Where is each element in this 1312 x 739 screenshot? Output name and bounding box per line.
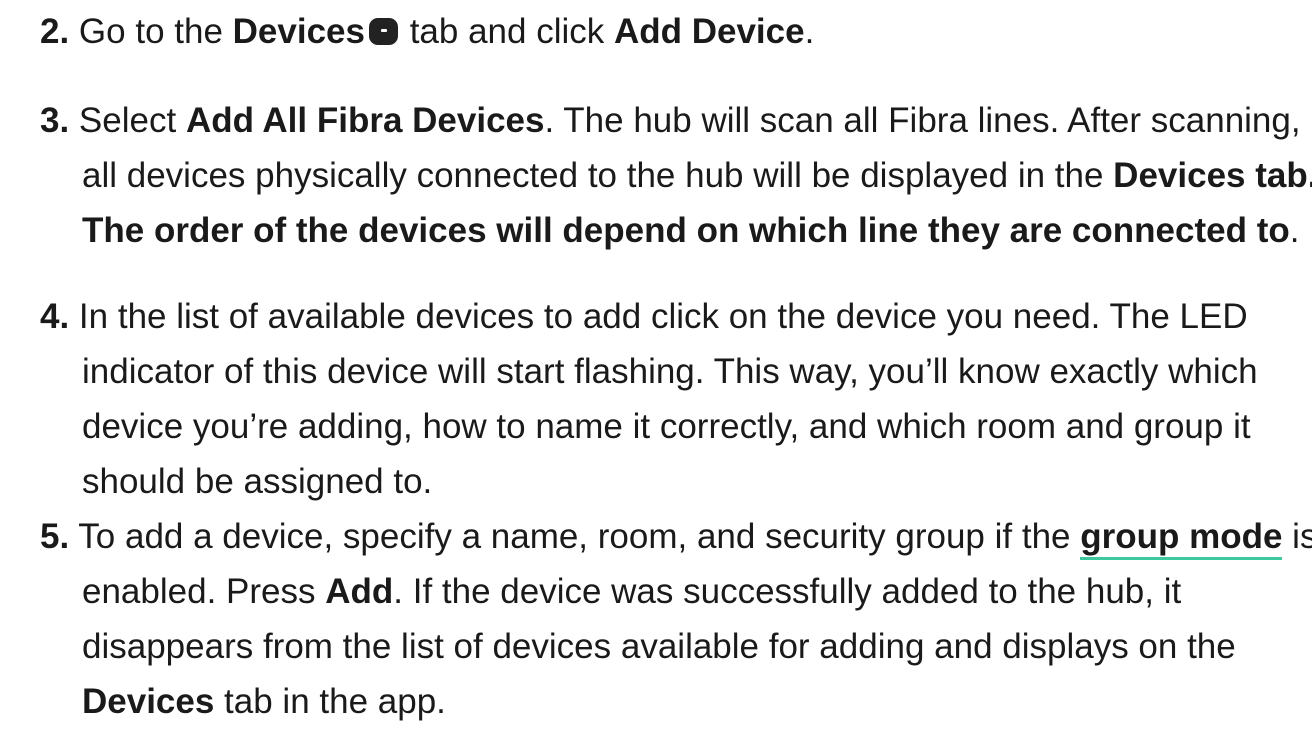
step-5-line-4: Devices tab in the app. [82, 682, 446, 721]
step-5-line-1: 5. To add a device, specify a name, room… [40, 509, 1312, 564]
step-number: 5. [40, 517, 70, 556]
step-4-line-4: should be assigned to. [82, 462, 433, 501]
add-device-label: Add Device [613, 12, 805, 51]
step-5-line-2: enabled. Press Add. If the device was su… [82, 572, 1182, 611]
step-3-line-2: all devices physically connected to the … [82, 156, 1312, 195]
step-4: 4. In the list of available devices to a… [40, 289, 1312, 509]
devices-tab-label: Devices [232, 12, 365, 51]
step-4-line-1: 4. In the list of available devices to a… [40, 297, 1248, 336]
step-number: 3. [40, 101, 70, 140]
step-number: 2. [40, 12, 70, 51]
instruction-page: 2. Go to the Devices tab and click Add D… [0, 0, 1312, 739]
step-5: 5. To add a device, specify a name, room… [40, 509, 1312, 729]
step-3-line-3: The order of the devices will depend on … [82, 211, 1300, 250]
step-3-line-1: 3. Select Add All Fibra Devices. The hub… [40, 101, 1301, 140]
step-4-line-2: indicator of this device will start flas… [82, 352, 1258, 391]
add-all-fibra-label: Add All Fibra Devices [185, 101, 545, 140]
step-5-line-3: disappears from the list of devices avai… [82, 627, 1236, 666]
step-4-line-3: device you’re adding, how to name it cor… [82, 407, 1251, 446]
group-mode-link[interactable]: group mode [1080, 517, 1283, 560]
step-number: 4. [40, 297, 70, 336]
step-2-line-1: 2. Go to the Devices tab and click Add D… [40, 12, 815, 51]
step-2: 2. Go to the Devices tab and click Add D… [40, 4, 1312, 59]
step-3: 3. Select Add All Fibra Devices. The hub… [40, 93, 1312, 258]
devices-tab-icon [368, 18, 398, 45]
